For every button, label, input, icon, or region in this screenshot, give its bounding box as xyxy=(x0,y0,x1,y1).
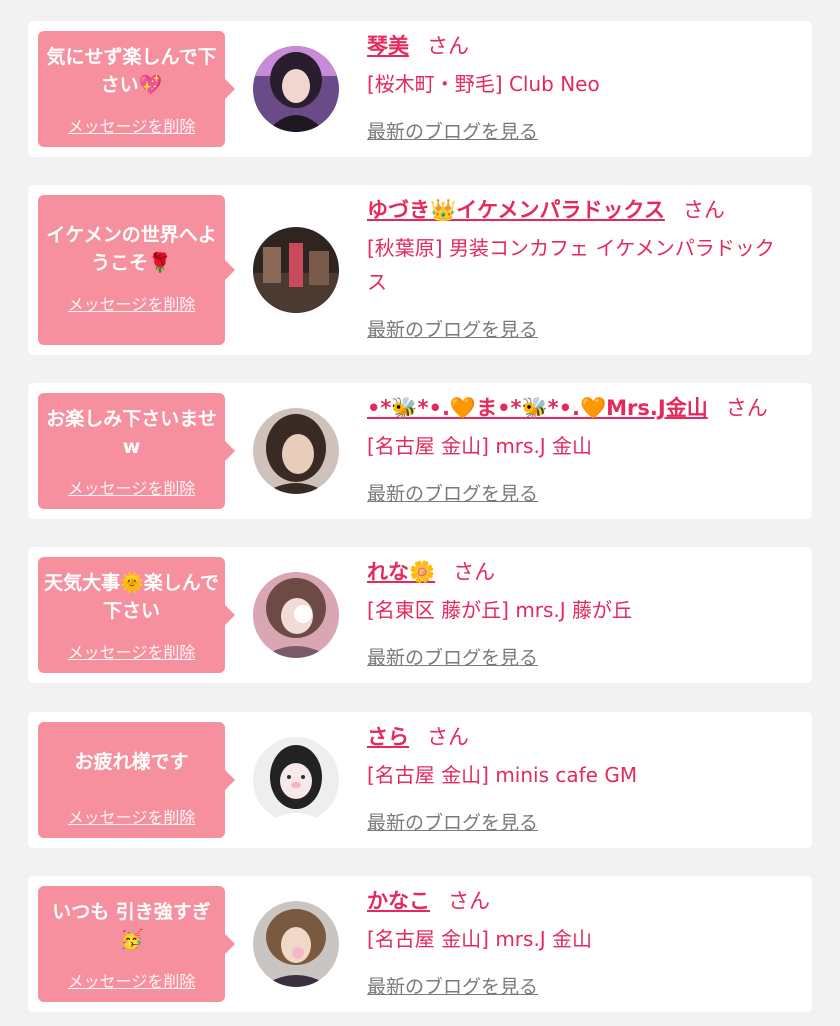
honorific: さん xyxy=(427,725,469,749)
card-info: かなこ さん [名古屋 金山] mrs.J 金山 最新のブログを見る xyxy=(367,886,794,1002)
shop-label: [名古屋 金山] mrs.J 金山 xyxy=(367,927,593,951)
shop-label: [名東区 藤が丘] mrs.J 藤が丘 xyxy=(367,598,633,622)
shop-label: [桜木町・野毛] Club Neo xyxy=(367,72,600,96)
message-card: お楽しみ下さいませw メッセージを削除 •*🐝*•.🧡ま•*🐝*•.🧡Mrs.J… xyxy=(28,383,812,519)
message-bubble: お疲れ様です メッセージを削除 xyxy=(38,722,235,838)
delete-message-link[interactable]: メッセージを削除 xyxy=(38,113,225,137)
message-text: 天気大事🌞楽しんで下さい xyxy=(44,572,219,622)
message-list: 気にせず楽しんで下さい💖 メッセージを削除 琴美 さん [桜木町・野毛] Club… xyxy=(0,0,840,1026)
message-text: イケメンの世界へようこそ🌹 xyxy=(46,224,217,274)
delete-message-link[interactable]: メッセージを削除 xyxy=(38,639,225,663)
avatar[interactable] xyxy=(253,572,339,658)
message-card: お疲れ様です メッセージを削除 さら さん [名古屋 金山] minis cafe… xyxy=(28,712,812,848)
latest-blog-link[interactable]: 最新のブログを見る xyxy=(367,479,538,506)
shop-label: [名古屋 金山] minis cafe GM xyxy=(367,763,638,787)
message-bubble: 気にせず楽しんで下さい💖 メッセージを削除 xyxy=(38,31,235,147)
cast-name-link[interactable]: さら xyxy=(367,725,409,749)
message-text: お疲れ様です xyxy=(74,751,189,773)
avatar[interactable] xyxy=(253,901,339,987)
avatar[interactable] xyxy=(253,227,339,313)
latest-blog-link[interactable]: 最新のブログを見る xyxy=(367,972,538,999)
card-info: ゆづき👑イケメンパラドックス さん [秋葉原] 男装コンカフェ イケメンパラドック… xyxy=(367,195,794,345)
avatar[interactable] xyxy=(253,46,339,132)
card-info: 琴美 さん [桜木町・野毛] Club Neo 最新のブログを見る xyxy=(367,31,794,147)
honorific: さん xyxy=(427,34,469,58)
message-bubble: いつも 引き強すぎ🥳 メッセージを削除 xyxy=(38,886,235,1002)
honorific: さん xyxy=(682,198,725,222)
cast-name-link[interactable]: ゆづき👑イケメンパラドックス xyxy=(367,198,665,222)
card-info: さら さん [名古屋 金山] minis cafe GM 最新のブログを見る xyxy=(367,722,794,838)
card-info: •*🐝*•.🧡ま•*🐝*•.🧡Mrs.J金山 さん [名古屋 金山] mrs.J … xyxy=(367,393,794,509)
delete-message-link[interactable]: メッセージを削除 xyxy=(38,804,225,828)
message-text: 気にせず楽しんで下さい💖 xyxy=(46,46,217,96)
cast-name-link[interactable]: かなこ xyxy=(367,889,430,913)
message-bubble: 天気大事🌞楽しんで下さい メッセージを削除 xyxy=(38,557,235,673)
name-line: ゆづき👑イケメンパラドックス さん xyxy=(367,195,794,225)
message-card: 気にせず楽しんで下さい💖 メッセージを削除 琴美 さん [桜木町・野毛] Club… xyxy=(28,21,812,157)
delete-message-link[interactable]: メッセージを削除 xyxy=(38,968,225,992)
card-info: れな🌼 さん [名東区 藤が丘] mrs.J 藤が丘 最新のブログを見る xyxy=(367,557,794,673)
name-line: れな🌼 さん xyxy=(367,557,794,587)
name-line: かなこ さん xyxy=(367,886,794,916)
message-text: お楽しみ下さいませw xyxy=(46,408,217,458)
avatar[interactable] xyxy=(253,408,339,494)
shop-label: [名古屋 金山] mrs.J 金山 xyxy=(367,434,593,458)
shop-label: [秋葉原] 男装コンカフェ イケメンパラドックス xyxy=(367,236,775,294)
honorific: さん xyxy=(725,396,768,420)
latest-blog-link[interactable]: 最新のブログを見る xyxy=(367,315,538,342)
honorific: さん xyxy=(448,889,490,913)
message-card: イケメンの世界へようこそ🌹 メッセージを削除 ゆづき👑イケメンパラドックス さん … xyxy=(28,185,812,355)
latest-blog-link[interactable]: 最新のブログを見る xyxy=(367,643,538,670)
delete-message-link[interactable]: メッセージを削除 xyxy=(38,291,225,315)
cast-name-link[interactable]: 琴美 xyxy=(367,34,409,58)
latest-blog-link[interactable]: 最新のブログを見る xyxy=(367,808,538,835)
message-card: いつも 引き強すぎ🥳 メッセージを削除 かなこ さん [名古屋 金山] mrs.J… xyxy=(28,876,812,1012)
name-line: さら さん xyxy=(367,722,794,752)
message-bubble: イケメンの世界へようこそ🌹 メッセージを削除 xyxy=(38,195,235,345)
cast-name-link[interactable]: れな🌼 xyxy=(367,560,435,584)
name-line: 琴美 さん xyxy=(367,31,794,61)
latest-blog-link[interactable]: 最新のブログを見る xyxy=(367,117,538,144)
avatar[interactable] xyxy=(253,737,339,823)
message-bubble: お楽しみ下さいませw メッセージを削除 xyxy=(38,393,235,509)
cast-name-link[interactable]: •*🐝*•.🧡ま•*🐝*•.🧡Mrs.J金山 xyxy=(367,396,708,420)
message-card: 天気大事🌞楽しんで下さい メッセージを削除 れな🌼 さん [名東区 藤が丘] mr… xyxy=(28,547,812,683)
message-text: いつも 引き強すぎ🥳 xyxy=(52,901,211,951)
name-line: •*🐝*•.🧡ま•*🐝*•.🧡Mrs.J金山 さん xyxy=(367,393,794,423)
delete-message-link[interactable]: メッセージを削除 xyxy=(38,475,225,499)
honorific: さん xyxy=(453,560,496,584)
